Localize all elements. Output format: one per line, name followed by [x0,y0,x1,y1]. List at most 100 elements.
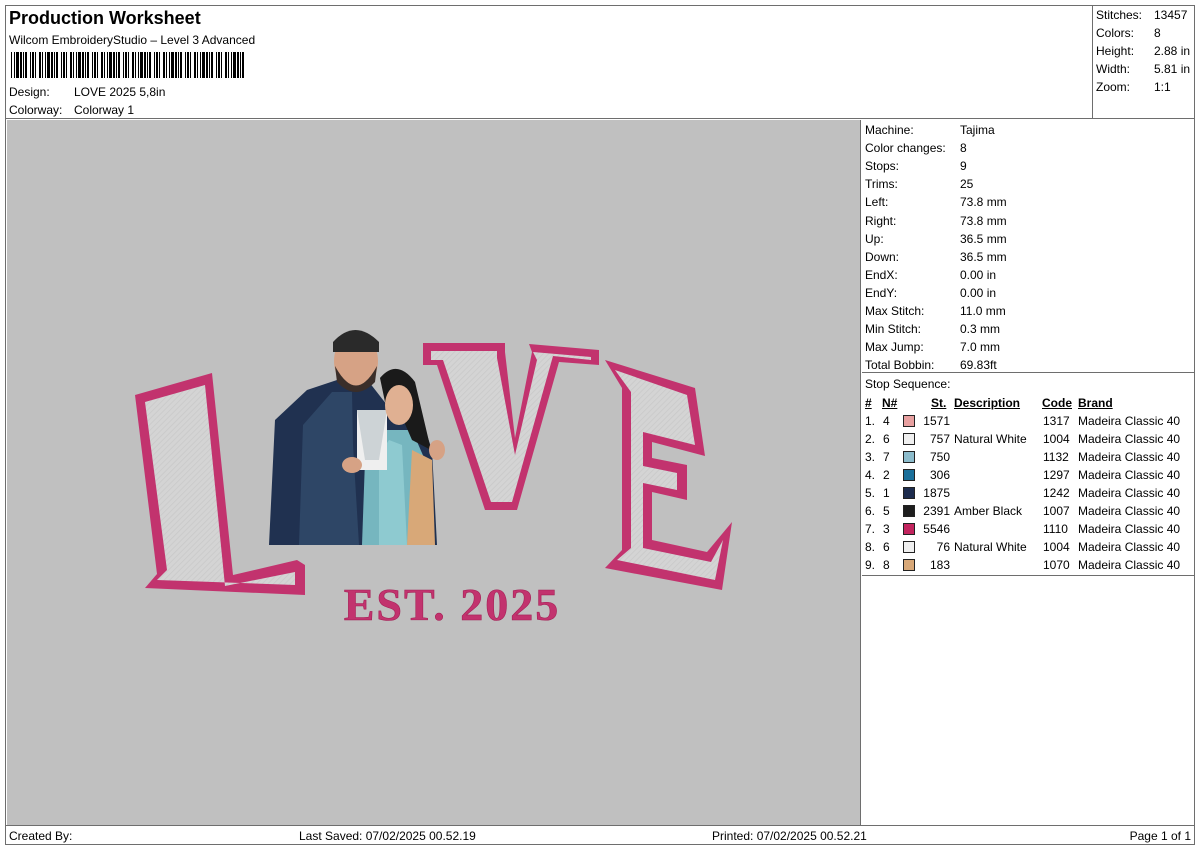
machine-row: Color changes: 8 [865,139,967,157]
machine-row: EndY: 0.00 in [865,284,996,302]
machine-row-label: Up: [865,231,884,246]
stop-sequence-row: 3. 7 750 1132 Madeira Classic 40 [865,448,1193,466]
stop-description: Amber Black [954,504,1023,518]
stop-num: 8. [865,540,876,554]
stop-num: 9. [865,558,876,572]
stop-sequence-row: 5. 1 1875 1242 Madeira Classic 40 [865,484,1193,502]
stop-num: 4. [865,468,876,482]
stop-num: 1. [865,414,876,428]
stop-code: 1132 [1043,450,1069,464]
machine-row: EndX: 0.00 in [865,266,996,284]
stitches-value: 13457 [1154,8,1188,22]
height-label: Height: [1096,44,1135,58]
printed-date: Printed: 07/02/2025 00.52.21 [712,829,867,843]
machine-row-value: 11.0 mm [960,304,1006,318]
colorway-value: Colorway 1 [74,103,135,117]
color-swatch [903,433,915,445]
created-by: Created By: [9,829,73,843]
design-value: LOVE 2025 5,8in [74,85,166,99]
header-stitches: St. [931,396,947,410]
machine-row-label: Machine: [865,123,914,137]
page-number: Page 1 of 1 [1129,829,1191,843]
stop-brand: Madeira Classic 40 [1078,414,1181,428]
machine-row-value: 8 [960,141,967,156]
machine-row: Trims: 25 [865,175,973,193]
machine-row-label: Right: [865,213,897,228]
machine-row-value: Tajima [960,123,995,137]
machine-details-panel: Machine: Tajima Color changes: 8 Stops: 9 Trim… [862,120,1194,825]
machine-row-value: 25 [960,177,974,192]
stop-code: 1007 [1043,504,1070,518]
stop-needle: 3 [883,522,890,536]
letter-e [605,360,732,590]
stop-brand: Madeira Classic 40 [1078,504,1181,518]
stop-needle: 5 [883,504,890,518]
zoom-row: Zoom: 1:1 [1096,79,1194,97]
machine-row-label: Left: [865,195,889,210]
stop-sequence-row: 2. 6 757 Natural White 1004 Madeira Classic 4… [865,430,1193,448]
summary-panel: Stitches: 13457 Colors: 8 Height: 2.88 in W… [1092,6,1194,119]
stop-code: 1070 [1043,558,1070,572]
machine-row-value: 7.0 mm [960,340,1001,355]
machine-row: Up: 36.5 mm [865,230,1007,248]
stop-description: Natural White [954,540,1027,554]
stop-sequence-row: 8. 6 76 Natural White 1004 Madeira Classic 40 [865,538,1193,556]
colorway-label: Colorway: [9,103,63,117]
stop-num: 6. [865,504,876,518]
height-row: Height: 2.88 in [1096,43,1194,61]
stop-brand: Madeira Classic 40 [1078,450,1181,464]
machine-row-value: 0.00 in [960,285,997,300]
barcode-image [11,52,244,78]
stop-needle: 1 [883,486,890,500]
couple-image [269,330,445,545]
width-row: Width: 5.81 in [1096,61,1194,79]
stop-stitches: 306 [929,468,950,482]
machine-row: Left: 73.8 mm [865,193,1007,211]
embroidery-design-image: EST. 2025 [135,330,732,630]
colors-row: Colors: 8 [1096,25,1194,43]
machine-row-value: 73.8 mm [960,195,1007,210]
letter-v [423,343,599,510]
stop-stitches: 1571 [923,414,950,428]
colorway-row: Colorway: Colorway 1 [9,103,134,117]
stop-brand: Madeira Classic 40 [1078,522,1181,536]
header-num: # [865,396,872,410]
stop-brand: Madeira Classic 40 [1078,540,1181,554]
color-swatch [903,505,915,517]
stop-brand: Madeira Classic 40 [1078,558,1181,572]
color-swatch [903,415,915,427]
colors-value: 8 [1154,26,1161,40]
stop-stitches: 183 [929,558,950,572]
stop-needle: 2 [883,468,890,482]
stop-brand: Madeira Classic 40 [1078,486,1181,500]
machine-row: Machine: Tajima [865,121,995,139]
color-swatch [903,487,915,499]
machine-row: Right: 73.8 mm [865,212,1007,230]
stop-num: 5. [865,486,876,500]
stop-needle: 8 [883,558,890,572]
machine-row-label: Trims: [865,177,898,192]
stop-code: 1110 [1043,522,1068,536]
stop-sequence-row: 9. 8 183 1070 Madeira Classic 40 [865,556,1193,574]
stop-brand: Madeira Classic 40 [1078,432,1181,446]
stop-needle: 7 [883,450,890,464]
machine-row-label: Max Jump: [865,340,924,355]
zoom-label: Zoom: [1096,80,1131,94]
machine-row: Max Stitch: 11.0 mm [865,302,1006,320]
machine-row-label: Max Stitch: [865,304,925,318]
header-description: Description [954,396,1021,410]
stop-code: 1004 [1043,540,1070,554]
machine-row-value: 0.00 in [960,267,997,282]
stop-needle: 4 [883,414,890,428]
machine-row: Max Jump: 7.0 mm [865,338,1000,356]
machine-row-label: EndY: [865,285,898,300]
stop-sequence-row: 6. 5 2391 Amber Black 1007 Madeira Classic 40 [865,502,1193,520]
stop-stitches: 1875 [923,486,950,500]
stop-sequence-row: 1. 4 1571 1317 Madeira Classic 40 [865,412,1193,430]
last-saved: Last Saved: 07/02/2025 00.52.19 [299,829,476,843]
machine-row-label: Min Stitch: [865,322,922,337]
machine-row-value: 36.5 mm [960,249,1007,264]
colors-label: Colors: [1096,26,1135,40]
machine-row-label: Down: [865,249,900,264]
stop-stitches: 76 [936,540,950,554]
